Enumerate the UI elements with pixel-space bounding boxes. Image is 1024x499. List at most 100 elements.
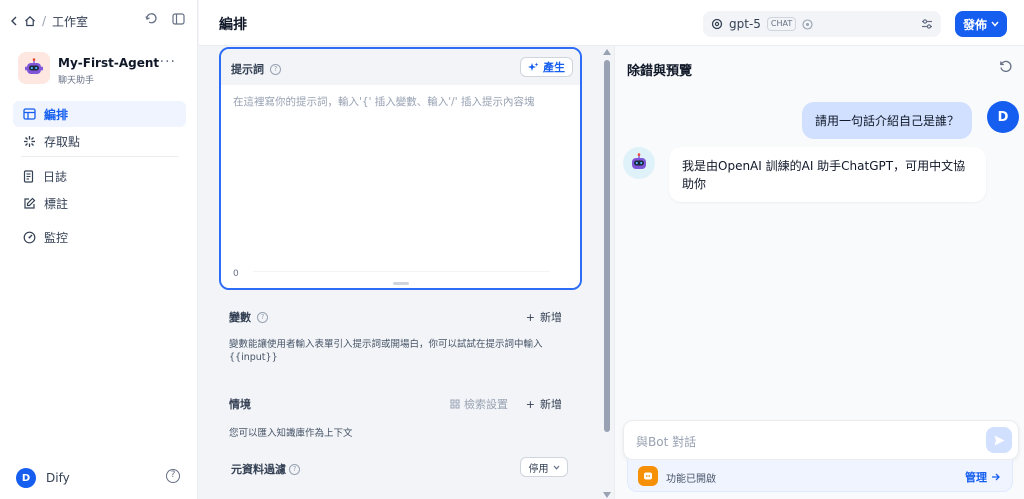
add-variable-button[interactable]: + 新增 xyxy=(526,309,562,325)
sidebar-item-annotation[interactable]: 標註 xyxy=(13,191,186,217)
arrow-right-icon xyxy=(991,473,1000,481)
features-bar: 功能已開啟 管理 xyxy=(627,460,1013,492)
variables-title: 變數 xyxy=(229,311,251,324)
nav-divider xyxy=(21,156,178,157)
model-mode-badge: CHAT xyxy=(766,17,797,31)
prompt-editor: 提示詞 ? 產生 在這裡寫你的提示詞，輸入'{' 插入變數、輸入'/' 插入提示… xyxy=(219,47,582,290)
user-message: 請用一句話介紹自己是誰？ xyxy=(801,102,972,139)
preview-title: 除錯與預覽 xyxy=(627,64,693,79)
chevron-left-icon[interactable] xyxy=(10,16,18,26)
page-title: 編排 xyxy=(219,17,247,33)
home-icon[interactable] xyxy=(24,15,36,27)
model-selector[interactable]: gpt-5 CHAT xyxy=(703,11,941,37)
metadata-filter-label: 元資料過濾 xyxy=(231,463,286,476)
features-icon xyxy=(638,466,658,486)
avatar: D xyxy=(987,101,1019,133)
plus-icon: + xyxy=(525,397,535,411)
metadata-filter-select[interactable]: 停用 xyxy=(520,457,568,477)
sidebar-item-label: 存取點 xyxy=(44,135,81,149)
more-icon[interactable]: ··· xyxy=(160,54,176,70)
send-icon xyxy=(993,434,1006,447)
context-section: 情境 檢索設置 + 新增 您可以匯入知識庫作為上下文 元資料過濾 ? 停用 xyxy=(219,383,582,483)
prompt-placeholder: 在這裡寫你的提示詞，輸入'{' 插入變數、輸入'/' 插入提示內容塊 xyxy=(233,96,535,108)
context-title: 情境 xyxy=(229,398,251,411)
robot-icon xyxy=(18,52,50,84)
switch-app-icon[interactable] xyxy=(145,12,158,25)
prompt-char-count: 0 xyxy=(233,269,239,279)
sidebar-item-label: 編排 xyxy=(44,107,69,122)
publish-label: 發佈 xyxy=(962,17,987,32)
retrieval-settings-button[interactable]: 檢索設置 xyxy=(450,396,508,412)
retrieval-label: 檢索設置 xyxy=(464,398,508,411)
sidebar-nav: 編排 存取點 日誌 標註 監控 xyxy=(13,101,186,252)
vision-icon xyxy=(802,18,813,30)
prompt-label: 提示詞 xyxy=(231,63,264,76)
prompt-header: 提示詞 ? 產生 xyxy=(221,49,580,85)
variables-section: 變數 ? + 新增 變數能讓使用者輸入表單引入提示詞或開場白，你可以試試在提示詞… xyxy=(219,296,582,376)
manage-label: 管理 xyxy=(965,471,987,484)
breadcrumb: / 工作室 xyxy=(10,12,88,30)
monitor-icon xyxy=(23,231,36,244)
sidebar-header-actions xyxy=(145,12,185,25)
help-icon[interactable]: ? xyxy=(166,469,180,483)
sidebar-item-monitor[interactable]: 監控 xyxy=(13,224,186,250)
prompt-textarea[interactable]: 在這裡寫你的提示詞，輸入'{' 插入變數、輸入'/' 插入提示內容塊 0 xyxy=(221,85,580,288)
generate-button[interactable]: 產生 xyxy=(520,57,573,77)
user-name: Dify xyxy=(46,471,70,485)
breadcrumb-separator: / xyxy=(42,14,47,28)
user-menu[interactable]: D Dify ? xyxy=(16,467,184,489)
app-name: My-First-Agent xyxy=(58,56,160,70)
bot-message: 我是由OpenAI 訓練的AI 助手ChatGPT，可用中文協助你 xyxy=(669,147,986,202)
app-type: 聊天助手 xyxy=(58,76,95,86)
next-section xyxy=(219,490,582,499)
metadata-filter-value: 停用 xyxy=(528,463,549,475)
chat-input-placeholder: 與Bot 對話 xyxy=(636,435,697,449)
layout-icon xyxy=(23,108,36,120)
sidebar-item-label: 標註 xyxy=(44,197,69,211)
bot-message-text: 我是由OpenAI 訓練的AI 助手ChatGPT，可用中文協助你 xyxy=(682,159,966,191)
features-enabled-text: 功能已開啟 xyxy=(666,474,716,485)
logs-icon xyxy=(23,169,35,183)
chevron-down-icon xyxy=(991,21,999,27)
breadcrumb-studio[interactable]: 工作室 xyxy=(52,13,88,30)
publish-button[interactable]: 發佈 xyxy=(955,11,1007,37)
variables-description: 變數能讓使用者輸入表單引入提示詞或開場白，你可以試試在提示詞中輸入 {{inpu… xyxy=(229,339,543,363)
scrollbar-thumb[interactable] xyxy=(604,60,610,432)
sidebar: / 工作室 My-First-Agent 聊天助手 ··· 編排 存取點 日誌 … xyxy=(0,0,198,499)
manage-features-button[interactable]: 管理 xyxy=(965,469,1000,485)
question-icon[interactable]: ? xyxy=(257,311,268,323)
sidebar-item-label: 監控 xyxy=(44,230,69,245)
sidebar-item-label: 日誌 xyxy=(43,169,68,184)
chat-input[interactable]: 與Bot 對話 xyxy=(623,420,1019,460)
sparkle-icon xyxy=(528,62,539,73)
model-settings-icon[interactable] xyxy=(919,16,935,32)
openai-icon xyxy=(711,18,723,30)
user-message-text: 請用一句話介紹自己是誰？ xyxy=(814,114,959,128)
divider xyxy=(253,271,550,272)
question-icon[interactable]: ? xyxy=(270,63,281,75)
add-label: 新增 xyxy=(540,398,562,411)
scroll-down-arrow[interactable] xyxy=(603,492,611,498)
sidebar-item-api[interactable]: 存取點 xyxy=(13,129,186,155)
sidebar-item-orchestrate[interactable]: 編排 xyxy=(13,101,186,127)
chevron-down-icon xyxy=(553,465,560,470)
sidebar-item-logs[interactable]: 日誌 xyxy=(13,163,186,189)
context-description: 您可以匯入知識庫作為上下文 xyxy=(229,428,353,439)
add-context-button[interactable]: + 新增 xyxy=(526,396,562,412)
resize-handle[interactable] xyxy=(393,282,409,285)
question-icon[interactable]: ? xyxy=(289,463,300,475)
annotation-icon xyxy=(23,197,36,210)
collapse-sidebar-icon[interactable] xyxy=(172,12,185,25)
app-card[interactable]: My-First-Agent 聊天助手 ··· xyxy=(18,52,188,88)
send-button[interactable] xyxy=(986,427,1012,453)
avatar: D xyxy=(16,468,36,488)
header: 編排 gpt-5 CHAT 發佈 xyxy=(199,0,1024,46)
refresh-icon[interactable] xyxy=(999,60,1012,73)
plus-icon: + xyxy=(525,310,535,324)
add-label: 新增 xyxy=(540,311,562,324)
robot-icon xyxy=(623,147,655,179)
scroll-up-arrow[interactable] xyxy=(603,49,611,55)
debug-preview-panel: 除錯與預覽 請用一句話介紹自己是誰？ D 我是由OpenAI 訓練的AI 助手C… xyxy=(614,46,1024,499)
settings-grid-icon xyxy=(450,399,460,409)
model-name: gpt-5 xyxy=(729,17,761,31)
